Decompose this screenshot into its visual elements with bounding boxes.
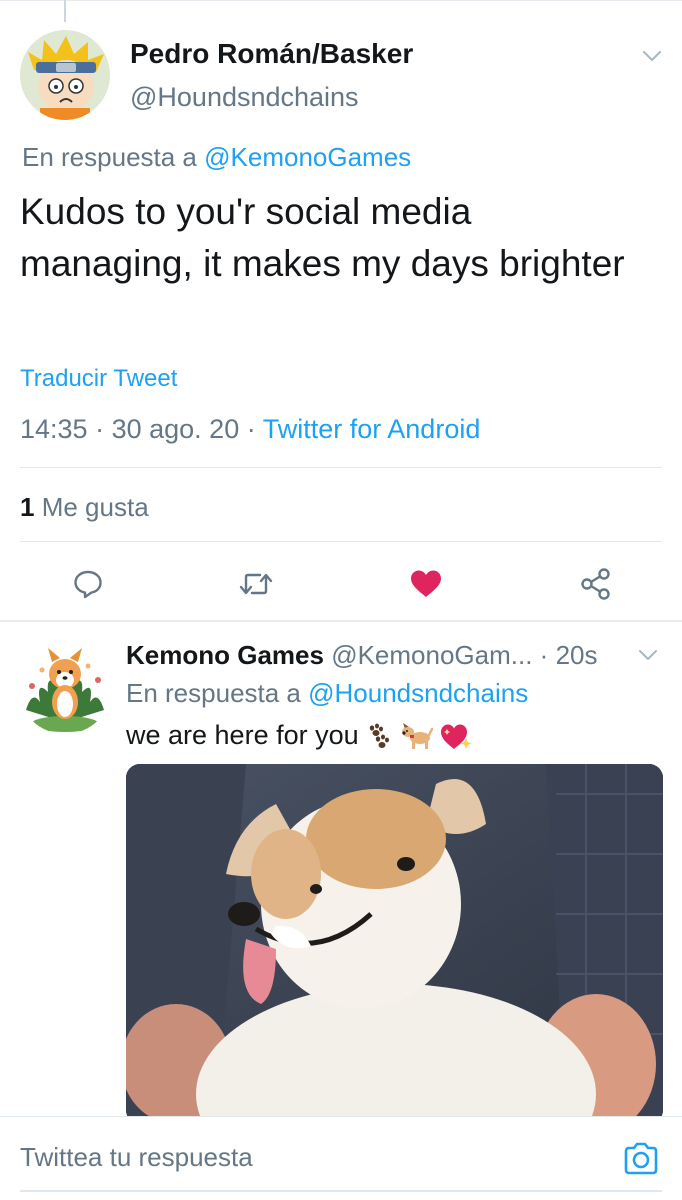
heart-icon	[411, 570, 441, 597]
speech-bubble-icon	[74, 570, 102, 599]
reply-mention-link[interactable]: @Houndsndchains	[308, 678, 528, 708]
reply-time-ago: 20s	[555, 640, 598, 670]
tweet-metadata: 14:35 · 30 ago. 20 · Twitter for Android	[20, 414, 480, 445]
likes-summary[interactable]: 1 Me gusta	[20, 492, 149, 523]
camera-icon[interactable]	[622, 1140, 660, 1178]
dog-emoji	[399, 721, 433, 751]
chevron-down-icon[interactable]	[640, 44, 664, 68]
meta-separator: ·	[246, 414, 263, 444]
reply-author-handle[interactable]: @KemonoGam...	[331, 640, 532, 670]
like-button[interactable]	[404, 562, 448, 606]
likes-label: Me gusta	[41, 492, 149, 522]
reply-text-line: we are here for you	[126, 720, 473, 751]
header-separator: ·	[539, 640, 556, 670]
tweet-time: 14:35	[20, 414, 88, 444]
reply-context: En respuesta a @Houndsndchains	[126, 678, 528, 709]
share-nodes-icon	[581, 568, 610, 600]
likes-count: 1	[20, 492, 35, 522]
reply-context: En respuesta a @KemonoGames	[22, 142, 411, 173]
reply-input[interactable]	[20, 1142, 590, 1173]
reply-text: we are here for you	[126, 720, 359, 750]
reply-prefix: En respuesta a	[126, 678, 301, 708]
reply-prefix: En respuesta a	[22, 142, 197, 172]
reply-mention-link[interactable]: @KemonoGames	[204, 142, 411, 172]
paw-prints-emoji	[365, 722, 393, 750]
thread-connector-line	[64, 0, 66, 22]
corgi-gif-media[interactable]	[126, 764, 663, 1124]
reply-header: Kemono Games @KemonoGam... · 20s	[126, 640, 597, 671]
author-avatar[interactable]	[20, 30, 110, 120]
author-handle[interactable]: @Houndsndchains	[130, 82, 359, 113]
chevron-down-icon[interactable]	[636, 643, 660, 667]
tweet-source-link[interactable]: Twitter for Android	[263, 414, 481, 444]
tweet-text: Kudos to you'r social media managing, it…	[20, 191, 625, 284]
tweet-date: 30 ago. 20	[111, 414, 240, 444]
retweet-arrows-icon	[239, 573, 273, 595]
share-button[interactable]	[574, 562, 618, 606]
sparkling-heart-emoji	[439, 721, 473, 751]
author-name[interactable]: Pedro Román/Basker	[130, 38, 413, 70]
tweet-separator	[0, 620, 682, 622]
composer-underline	[20, 1190, 662, 1192]
reply-author-name[interactable]: Kemono Games	[126, 640, 324, 670]
top-divider	[0, 0, 682, 1]
divider	[20, 467, 662, 468]
divider	[20, 541, 662, 542]
reply-author-avatar[interactable]	[18, 640, 112, 734]
retweet-button[interactable]	[234, 562, 278, 606]
reply-button[interactable]	[66, 562, 110, 606]
meta-separator: ·	[95, 414, 112, 444]
translate-tweet-link[interactable]: Traducir Tweet	[20, 365, 177, 393]
